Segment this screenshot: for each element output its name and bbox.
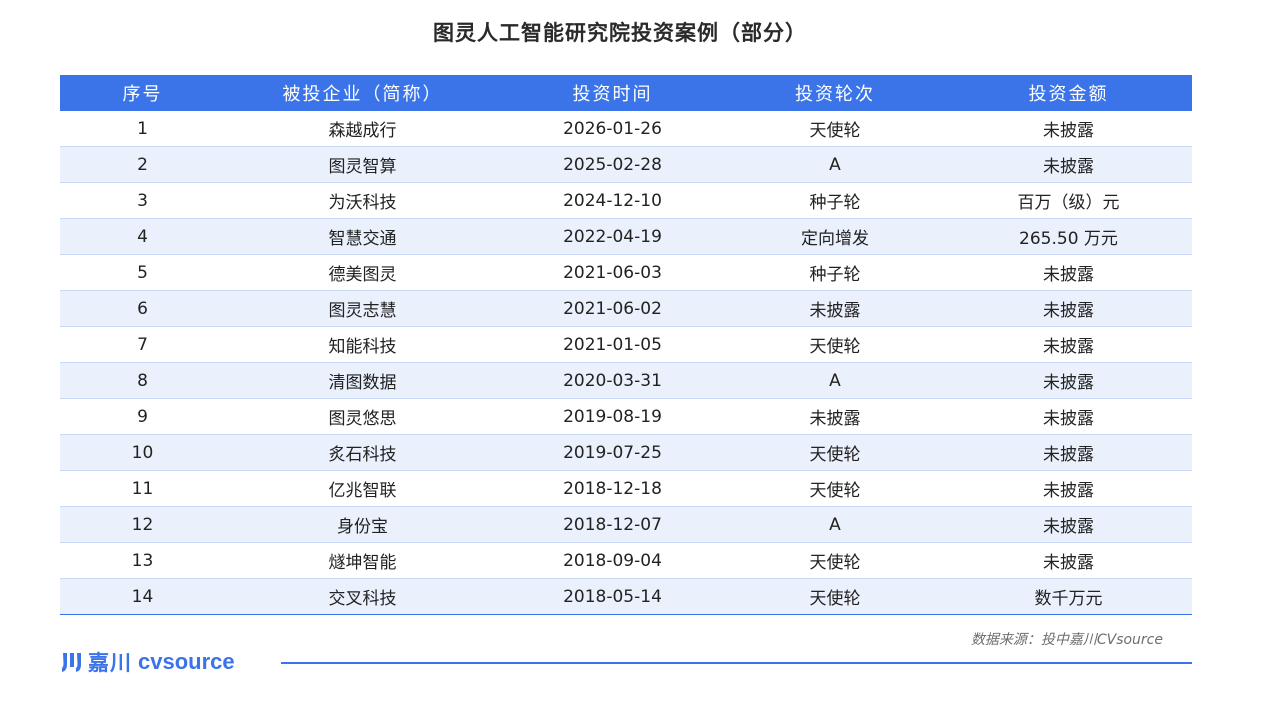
- cell-date: 2021-01-05: [500, 326, 725, 363]
- brand-logo: 嘉川 cvsource: [60, 648, 235, 676]
- logo-text-cn: 嘉川: [88, 651, 132, 675]
- cell-amount: 未披露: [945, 434, 1192, 471]
- cell-date: 2025-02-28: [500, 146, 725, 183]
- cell-round: 种子轮: [725, 254, 945, 291]
- page-title: 图灵人工智能研究院投资案例（部分）: [433, 21, 807, 45]
- cell-amount: 数千万元: [945, 578, 1192, 615]
- cell-index: 14: [60, 578, 225, 615]
- table-body: 1 森越成行 2026-01-26 天使轮 未披露 2 图灵智算 2025-02-28 A 未披露…: [60, 111, 1192, 615]
- cell-company: 图灵悠思: [225, 398, 500, 435]
- cell-date: 2021-06-03: [500, 254, 725, 291]
- cell-index: 10: [60, 434, 225, 471]
- cell-company: 炙石科技: [225, 434, 500, 471]
- cell-date: 2018-05-14: [500, 578, 725, 615]
- cell-company: 德美图灵: [225, 254, 500, 291]
- cell-index: 9: [60, 398, 225, 435]
- cell-round: 未披露: [725, 290, 945, 327]
- logo-text-en: cvsource: [138, 649, 235, 674]
- cell-round: 天使轮: [725, 542, 945, 579]
- cell-index: 6: [60, 290, 225, 327]
- header-date: 投资时间: [500, 75, 725, 111]
- table-row: 3 为沃科技 2024-12-10 种子轮 百万（级）元: [60, 182, 1192, 219]
- cell-date: 2021-06-02: [500, 290, 725, 327]
- table-row: 8 清图数据 2020-03-31 A 未披露: [60, 362, 1192, 399]
- cell-company: 亿兆智联: [225, 470, 500, 507]
- cell-company: 清图数据: [225, 362, 500, 399]
- header-round: 投资轮次: [725, 75, 945, 111]
- table-row: 9 图灵悠思 2019-08-19 未披露 未披露: [60, 398, 1192, 435]
- table-row: 4 智慧交通 2022-04-19 定向增发 265.50 万元: [60, 218, 1192, 255]
- table-row: 10 炙石科技 2019-07-25 天使轮 未披露: [60, 434, 1192, 471]
- cell-index: 5: [60, 254, 225, 291]
- table-row: 14 交叉科技 2018-05-14 天使轮 数千万元: [60, 578, 1192, 615]
- cell-amount: 未披露: [945, 362, 1192, 399]
- cell-round: 定向增发: [725, 218, 945, 255]
- cell-index: 1: [60, 111, 225, 147]
- cell-round: 天使轮: [725, 111, 945, 147]
- cell-amount: 未披露: [945, 146, 1192, 183]
- cell-date: 2024-12-10: [500, 182, 725, 219]
- cell-amount: 未披露: [945, 111, 1192, 147]
- table-row: 13 燧坤智能 2018-09-04 天使轮 未披露: [60, 542, 1192, 579]
- data-source-note: 数据来源：投中嘉川CVsource: [970, 632, 1163, 648]
- cell-index: 8: [60, 362, 225, 399]
- cell-date: 2018-12-07: [500, 506, 725, 543]
- cell-company: 知能科技: [225, 326, 500, 363]
- cell-company: 图灵志慧: [225, 290, 500, 327]
- cell-amount: 未披露: [945, 326, 1192, 363]
- jiachuan-logo-icon: [62, 653, 81, 672]
- cell-date: 2019-07-25: [500, 434, 725, 471]
- cell-index: 4: [60, 218, 225, 255]
- cell-round: A: [725, 362, 945, 399]
- table-row: 12 身份宝 2018-12-07 A 未披露: [60, 506, 1192, 543]
- cell-index: 13: [60, 542, 225, 579]
- cell-company: 森越成行: [225, 111, 500, 147]
- header-index: 序号: [60, 75, 225, 111]
- cell-amount: 未披露: [945, 542, 1192, 579]
- cell-index: 2: [60, 146, 225, 183]
- cell-date: 2018-12-18: [500, 470, 725, 507]
- cell-company: 为沃科技: [225, 182, 500, 219]
- cell-round: 天使轮: [725, 578, 945, 615]
- cell-date: 2020-03-31: [500, 362, 725, 399]
- cell-date: 2019-08-19: [500, 398, 725, 435]
- cell-amount: 未披露: [945, 506, 1192, 543]
- cell-amount: 未披露: [945, 398, 1192, 435]
- cell-amount: 265.50 万元: [945, 218, 1192, 255]
- cell-amount: 未披露: [945, 254, 1192, 291]
- table-row: 6 图灵志慧 2021-06-02 未披露 未披露: [60, 290, 1192, 327]
- footer-divider: [281, 662, 1192, 664]
- investment-table: 序号 被投企业（简称） 投资时间 投资轮次 投资金额 1 森越成行 2026-01-…: [60, 75, 1192, 615]
- cell-index: 12: [60, 506, 225, 543]
- cell-amount: 未披露: [945, 470, 1192, 507]
- table-row: 11 亿兆智联 2018-12-18 天使轮 未披露: [60, 470, 1192, 507]
- cell-company: 图灵智算: [225, 146, 500, 183]
- table-row: 7 知能科技 2021-01-05 天使轮 未披露: [60, 326, 1192, 363]
- table-header-row: 序号 被投企业（简称） 投资时间 投资轮次 投资金额: [60, 75, 1192, 111]
- header-amount: 投资金额: [945, 75, 1192, 111]
- cell-round: A: [725, 146, 945, 183]
- table-row: 5 德美图灵 2021-06-03 种子轮 未披露: [60, 254, 1192, 291]
- cell-index: 3: [60, 182, 225, 219]
- cell-round: A: [725, 506, 945, 543]
- cell-round: 天使轮: [725, 326, 945, 363]
- cell-company: 身份宝: [225, 506, 500, 543]
- cell-date: 2026-01-26: [500, 111, 725, 147]
- cell-index: 11: [60, 470, 225, 507]
- cell-amount: 未披露: [945, 290, 1192, 327]
- cell-company: 燧坤智能: [225, 542, 500, 579]
- cell-company: 智慧交通: [225, 218, 500, 255]
- cell-round: 天使轮: [725, 470, 945, 507]
- cell-date: 2018-09-04: [500, 542, 725, 579]
- cell-date: 2022-04-19: [500, 218, 725, 255]
- cell-round: 未披露: [725, 398, 945, 435]
- cell-index: 7: [60, 326, 225, 363]
- cell-company: 交叉科技: [225, 578, 500, 615]
- cell-round: 种子轮: [725, 182, 945, 219]
- cell-amount: 百万（级）元: [945, 182, 1192, 219]
- table-row: 2 图灵智算 2025-02-28 A 未披露: [60, 146, 1192, 183]
- cell-round: 天使轮: [725, 434, 945, 471]
- header-company: 被投企业（简称）: [225, 75, 500, 111]
- table-row: 1 森越成行 2026-01-26 天使轮 未披露: [60, 111, 1192, 147]
